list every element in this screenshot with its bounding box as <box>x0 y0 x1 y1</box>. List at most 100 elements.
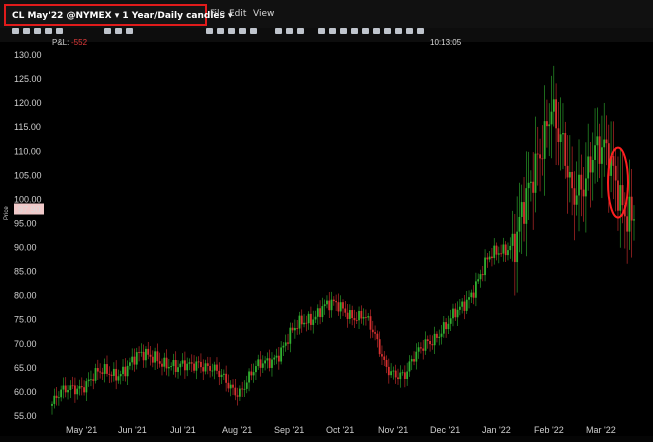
candle-body <box>96 368 99 372</box>
candle-body <box>140 351 143 353</box>
candle-body <box>488 256 491 260</box>
x-tick-label: Feb '22 <box>534 425 564 435</box>
candle-body <box>71 385 74 387</box>
candle-body <box>287 342 289 344</box>
candle-body <box>122 366 124 375</box>
x-tick-label: Nov '21 <box>378 425 408 435</box>
candle-body <box>332 299 335 302</box>
candle-body <box>369 316 372 330</box>
candle-body <box>516 231 519 263</box>
candle-body <box>83 387 85 393</box>
candle-body <box>310 313 312 325</box>
y-tick-label: 110.00 <box>14 146 41 156</box>
candle-body <box>527 182 530 189</box>
candle-body <box>257 359 260 367</box>
candle-body <box>557 128 560 142</box>
candle-body <box>390 371 393 376</box>
candle-body <box>314 316 317 320</box>
candle-body <box>541 158 544 160</box>
candle-body <box>442 322 445 334</box>
candle-body <box>273 357 276 360</box>
candle-body <box>378 339 381 355</box>
candle-body <box>504 244 507 256</box>
candle-body <box>436 333 438 338</box>
candle-body <box>481 274 484 276</box>
candle-body <box>536 153 539 155</box>
candle-body <box>461 301 464 307</box>
candle-body <box>190 362 193 364</box>
candle-body <box>298 315 301 329</box>
candle-body <box>165 357 168 369</box>
candle-body <box>383 356 386 360</box>
x-axis-labels: May '21 Jun '21 Jul '21 Aug '21 Sep '21 Oct '… <box>66 425 616 435</box>
candle-body <box>76 388 79 395</box>
candle-body <box>209 365 212 371</box>
candle-body <box>163 357 166 367</box>
candle-body <box>282 345 285 348</box>
candle-body <box>261 363 264 368</box>
candle-body <box>392 370 395 372</box>
candle-body <box>360 310 363 319</box>
candle-body <box>183 360 186 371</box>
candle-body <box>355 320 358 321</box>
candle-body <box>548 124 551 127</box>
candle-body <box>108 373 111 375</box>
candle-body <box>401 372 404 374</box>
x-tick-label: Aug '21 <box>222 425 252 435</box>
candle-body <box>376 333 379 340</box>
candle-body <box>626 216 629 232</box>
candle-body <box>106 364 108 374</box>
candle-body <box>564 133 567 166</box>
candle-body <box>344 308 347 313</box>
candle-body <box>431 344 434 346</box>
y-tick-label: 90.00 <box>14 243 37 253</box>
candle-body <box>417 347 420 352</box>
candle-body <box>225 373 228 383</box>
candle-body <box>371 329 374 333</box>
candle-body <box>477 279 480 282</box>
candle-body <box>328 300 331 311</box>
candle-body <box>543 121 546 159</box>
candle-body <box>474 281 477 298</box>
candle-body <box>85 381 88 393</box>
candle-body <box>529 181 532 183</box>
candle-body <box>495 245 498 255</box>
candle-body <box>449 318 452 324</box>
candle-body <box>413 359 415 362</box>
y-tick-label: 125.00 <box>14 74 42 84</box>
candle-body <box>566 165 569 178</box>
x-tick-label: Mar '22 <box>586 425 616 435</box>
candle-body <box>335 301 338 303</box>
candle-body <box>101 372 104 374</box>
candlestick-chart[interactable]: 55.00 60.00 65.00 70.00 75.00 80.00 85.00 90.00… <box>0 0 653 442</box>
candle-body <box>337 302 340 312</box>
candle-body <box>222 373 225 375</box>
candle-body <box>612 156 615 166</box>
candle-body <box>619 185 622 211</box>
candle-body <box>468 297 470 300</box>
candle-body <box>484 257 486 276</box>
candle-body <box>539 154 541 159</box>
candle-body <box>397 377 399 380</box>
x-tick-label: Jun '21 <box>118 425 147 435</box>
candle-body <box>69 385 72 391</box>
candle-body <box>300 315 303 325</box>
candle-body <box>236 395 239 397</box>
candle-body <box>568 171 571 178</box>
candle-body <box>243 388 246 390</box>
candle-body <box>353 318 356 321</box>
candle-body <box>633 219 635 221</box>
x-tick-label: Jan '22 <box>482 425 511 435</box>
candle-body <box>284 342 287 346</box>
candle-body <box>296 327 299 329</box>
x-tick-label: Dec '21 <box>430 425 460 435</box>
candle-body <box>94 368 97 381</box>
x-tick-label: Jul '21 <box>170 425 196 435</box>
candle-body <box>573 188 576 205</box>
candle-body <box>252 372 255 376</box>
candle-body <box>582 189 585 197</box>
candle-body <box>440 333 443 337</box>
candle-body <box>200 361 202 368</box>
candle-body <box>142 351 145 361</box>
candle-body <box>275 355 278 358</box>
